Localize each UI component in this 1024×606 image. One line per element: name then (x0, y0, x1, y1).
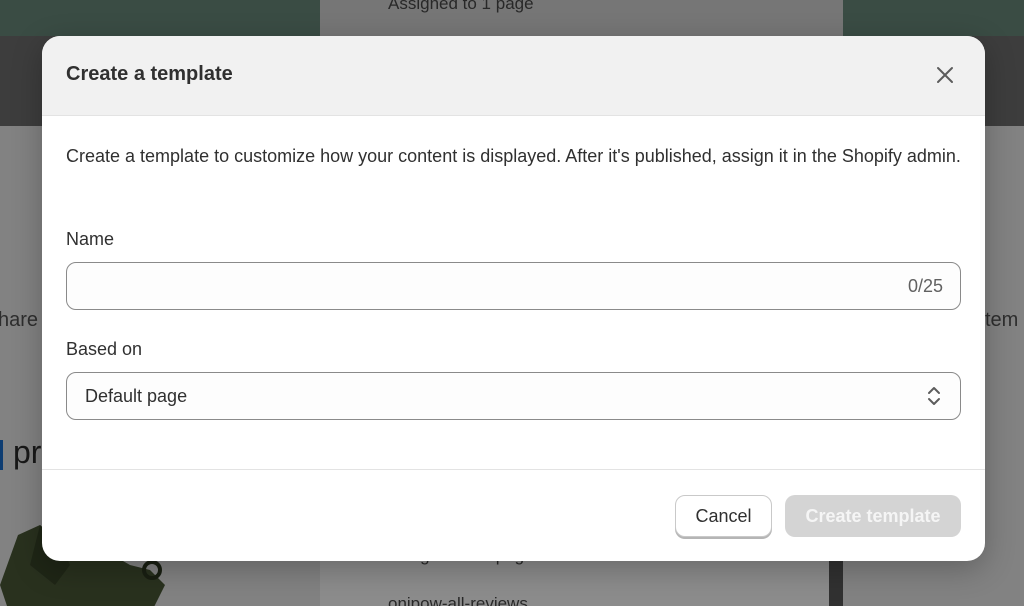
based-on-select[interactable]: Default page (66, 372, 961, 420)
dialog-description: Create a template to customize how your … (66, 146, 961, 166)
cancel-button[interactable]: Cancel (675, 495, 772, 537)
footer-divider (42, 469, 985, 470)
close-icon (937, 67, 953, 83)
dialog-title: Create a template (66, 63, 233, 85)
based-on-label: Based on (66, 339, 143, 359)
character-count: 0/25 (907, 276, 943, 296)
name-input[interactable] (81, 263, 885, 311)
dialog-header: Create a template (42, 36, 985, 116)
based-on-selected-value: Default page (85, 386, 188, 406)
close-button[interactable] (930, 60, 960, 90)
name-field[interactable]: 0/25 (66, 262, 961, 311)
create-template-button[interactable]: Create template (785, 495, 961, 537)
name-label: Name (66, 229, 115, 249)
select-chevron-icon (928, 387, 940, 405)
create-template-dialog: Create a template Create a template to c… (42, 36, 985, 561)
